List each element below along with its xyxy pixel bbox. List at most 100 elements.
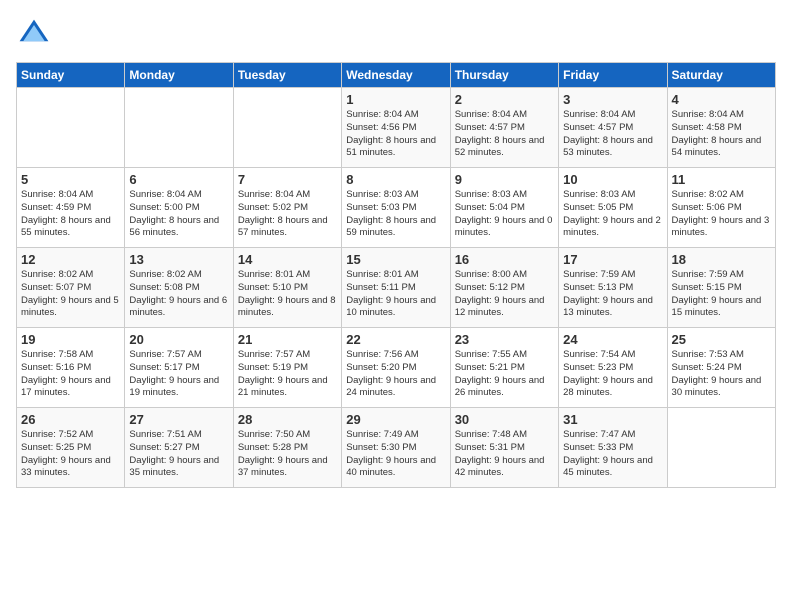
- day-info: Sunrise: 8:04 AM Sunset: 4:58 PM Dayligh…: [672, 109, 771, 160]
- calendar-cell: 5Sunrise: 8:04 AM Sunset: 4:59 PM Daylig…: [17, 168, 125, 248]
- day-info: Sunrise: 7:59 AM Sunset: 5:13 PM Dayligh…: [563, 269, 662, 320]
- calendar-cell: 19 Sunrise: 7:58 AM Sunset: 5:16 PM Dayli…: [17, 328, 125, 408]
- day-info: Sunrise: 8:04 AM Sunset: 4:59 PM Dayligh…: [21, 189, 120, 240]
- day-number: 27: [129, 412, 228, 427]
- calendar-cell: 4Sunrise: 8:04 AM Sunset: 4:58 PM Daylig…: [667, 88, 775, 168]
- day-info: Sunrise: 8:02 AM Sunset: 5:07 PM Dayligh…: [21, 269, 120, 320]
- day-info: Sunrise: 7:47 AM Sunset: 5:33 PM Dayligh…: [563, 429, 662, 480]
- day-number: 17: [563, 252, 662, 267]
- day-number: 31: [563, 412, 662, 427]
- day-info: Sunrise: 8:03 AM Sunset: 5:03 PM Dayligh…: [346, 189, 445, 240]
- day-number: 12: [21, 252, 120, 267]
- calendar-cell: 12 Sunrise: 8:02 AM Sunset: 5:07 PM Dayli…: [17, 248, 125, 328]
- day-info: Sunrise: 7:57 AM Sunset: 5:19 PM Dayligh…: [238, 349, 337, 400]
- day-info: Sunrise: 7:54 AM Sunset: 5:23 PM Dayligh…: [563, 349, 662, 400]
- day-info: Sunrise: 7:52 AM Sunset: 5:25 PM Dayligh…: [21, 429, 120, 480]
- day-info: Sunrise: 8:04 AM Sunset: 4:57 PM Dayligh…: [455, 109, 554, 160]
- day-info: Sunrise: 7:48 AM Sunset: 5:31 PM Dayligh…: [455, 429, 554, 480]
- calendar-cell: 14Sunrise: 8:01 AM Sunset: 5:10 PM Dayli…: [233, 248, 341, 328]
- calendar-cell: 24 Sunrise: 7:54 AM Sunset: 5:23 PM Dayli…: [559, 328, 667, 408]
- day-number: 16: [455, 252, 554, 267]
- day-number: 8: [346, 172, 445, 187]
- day-number: 23: [455, 332, 554, 347]
- day-info: Sunrise: 8:02 AM Sunset: 5:06 PM Dayligh…: [672, 189, 771, 240]
- day-number: 18: [672, 252, 771, 267]
- calendar-table: SundayMondayTuesdayWednesdayThursdayFrid…: [16, 62, 776, 488]
- calendar-week-row: 19 Sunrise: 7:58 AM Sunset: 5:16 PM Dayli…: [17, 328, 776, 408]
- day-number: 3: [563, 92, 662, 107]
- day-info: Sunrise: 7:53 AM Sunset: 5:24 PM Dayligh…: [672, 349, 771, 400]
- day-number: 19: [21, 332, 120, 347]
- calendar-cell: [233, 88, 341, 168]
- day-info: Sunrise: 7:55 AM Sunset: 5:21 PM Dayligh…: [455, 349, 554, 400]
- calendar-cell: 16 Sunrise: 8:00 AM Sunset: 5:12 PM Dayli…: [450, 248, 558, 328]
- day-number: 30: [455, 412, 554, 427]
- day-info: Sunrise: 8:00 AM Sunset: 5:12 PM Dayligh…: [455, 269, 554, 320]
- day-info: Sunrise: 7:56 AM Sunset: 5:20 PM Dayligh…: [346, 349, 445, 400]
- calendar-cell: 10Sunrise: 8:03 AM Sunset: 5:05 PM Dayli…: [559, 168, 667, 248]
- calendar-cell: [17, 88, 125, 168]
- day-number: 7: [238, 172, 337, 187]
- day-number: 6: [129, 172, 228, 187]
- day-info: Sunrise: 8:03 AM Sunset: 5:05 PM Dayligh…: [563, 189, 662, 240]
- day-info: Sunrise: 8:01 AM Sunset: 5:11 PM Dayligh…: [346, 269, 445, 320]
- day-info: Sunrise: 8:04 AM Sunset: 5:02 PM Dayligh…: [238, 189, 337, 240]
- day-info: Sunrise: 7:50 AM Sunset: 5:28 PM Dayligh…: [238, 429, 337, 480]
- day-number: 28: [238, 412, 337, 427]
- weekday-header-monday: Monday: [125, 63, 233, 88]
- calendar-week-row: 26 Sunrise: 7:52 AM Sunset: 5:25 PM Dayli…: [17, 408, 776, 488]
- calendar-cell: 20 Sunrise: 7:57 AM Sunset: 5:17 PM Dayli…: [125, 328, 233, 408]
- logo: [16, 16, 56, 52]
- calendar-week-row: 12 Sunrise: 8:02 AM Sunset: 5:07 PM Dayli…: [17, 248, 776, 328]
- day-info: Sunrise: 7:57 AM Sunset: 5:17 PM Dayligh…: [129, 349, 228, 400]
- weekday-header-saturday: Saturday: [667, 63, 775, 88]
- day-number: 26: [21, 412, 120, 427]
- day-info: Sunrise: 7:51 AM Sunset: 5:27 PM Dayligh…: [129, 429, 228, 480]
- day-number: 14: [238, 252, 337, 267]
- calendar-cell: 21 Sunrise: 7:57 AM Sunset: 5:19 PM Dayli…: [233, 328, 341, 408]
- day-number: 25: [672, 332, 771, 347]
- calendar-cell: 11 Sunrise: 8:02 AM Sunset: 5:06 PM Dayli…: [667, 168, 775, 248]
- day-info: Sunrise: 8:03 AM Sunset: 5:04 PM Dayligh…: [455, 189, 554, 240]
- calendar-cell: 8 Sunrise: 8:03 AM Sunset: 5:03 PM Daylig…: [342, 168, 450, 248]
- calendar-cell: 23 Sunrise: 7:55 AM Sunset: 5:21 PM Dayli…: [450, 328, 558, 408]
- calendar-cell: 9 Sunrise: 8:03 AM Sunset: 5:04 PM Daylig…: [450, 168, 558, 248]
- calendar-cell: 29 Sunrise: 7:49 AM Sunset: 5:30 PM Dayli…: [342, 408, 450, 488]
- calendar-header: SundayMondayTuesdayWednesdayThursdayFrid…: [17, 63, 776, 88]
- day-info: Sunrise: 7:59 AM Sunset: 5:15 PM Dayligh…: [672, 269, 771, 320]
- calendar-body: 1 Sunrise: 8:04 AM Sunset: 4:56 PM Daylig…: [17, 88, 776, 488]
- calendar-cell: 2Sunrise: 8:04 AM Sunset: 4:57 PM Daylig…: [450, 88, 558, 168]
- day-number: 21: [238, 332, 337, 347]
- calendar-cell: 13Sunrise: 8:02 AM Sunset: 5:08 PM Dayli…: [125, 248, 233, 328]
- calendar-cell: 27 Sunrise: 7:51 AM Sunset: 5:27 PM Dayli…: [125, 408, 233, 488]
- calendar-cell: 31 Sunrise: 7:47 AM Sunset: 5:33 PM Dayli…: [559, 408, 667, 488]
- day-number: 11: [672, 172, 771, 187]
- day-number: 13: [129, 252, 228, 267]
- weekday-header-wednesday: Wednesday: [342, 63, 450, 88]
- weekday-header-tuesday: Tuesday: [233, 63, 341, 88]
- calendar-cell: 3 Sunrise: 8:04 AM Sunset: 4:57 PM Daylig…: [559, 88, 667, 168]
- day-number: 20: [129, 332, 228, 347]
- day-number: 24: [563, 332, 662, 347]
- calendar-cell: 26 Sunrise: 7:52 AM Sunset: 5:25 PM Dayli…: [17, 408, 125, 488]
- weekday-header-thursday: Thursday: [450, 63, 558, 88]
- day-number: 9: [455, 172, 554, 187]
- weekday-header-sunday: Sunday: [17, 63, 125, 88]
- calendar-cell: [667, 408, 775, 488]
- logo-icon: [16, 16, 52, 52]
- day-info: Sunrise: 8:04 AM Sunset: 4:57 PM Dayligh…: [563, 109, 662, 160]
- calendar-cell: 28 Sunrise: 7:50 AM Sunset: 5:28 PM Dayli…: [233, 408, 341, 488]
- day-info: Sunrise: 7:49 AM Sunset: 5:30 PM Dayligh…: [346, 429, 445, 480]
- day-info: Sunrise: 7:58 AM Sunset: 5:16 PM Dayligh…: [21, 349, 120, 400]
- page-header: [16, 16, 776, 52]
- calendar-cell: 30 Sunrise: 7:48 AM Sunset: 5:31 PM Dayli…: [450, 408, 558, 488]
- day-number: 15: [346, 252, 445, 267]
- calendar-cell: 17 Sunrise: 7:59 AM Sunset: 5:13 PM Dayli…: [559, 248, 667, 328]
- day-number: 1: [346, 92, 445, 107]
- calendar-cell: [125, 88, 233, 168]
- day-number: 22: [346, 332, 445, 347]
- calendar-cell: 6Sunrise: 8:04 AM Sunset: 5:00 PM Daylig…: [125, 168, 233, 248]
- day-info: Sunrise: 8:04 AM Sunset: 4:56 PM Dayligh…: [346, 109, 445, 160]
- calendar-cell: 7 Sunrise: 8:04 AM Sunset: 5:02 PM Daylig…: [233, 168, 341, 248]
- day-number: 29: [346, 412, 445, 427]
